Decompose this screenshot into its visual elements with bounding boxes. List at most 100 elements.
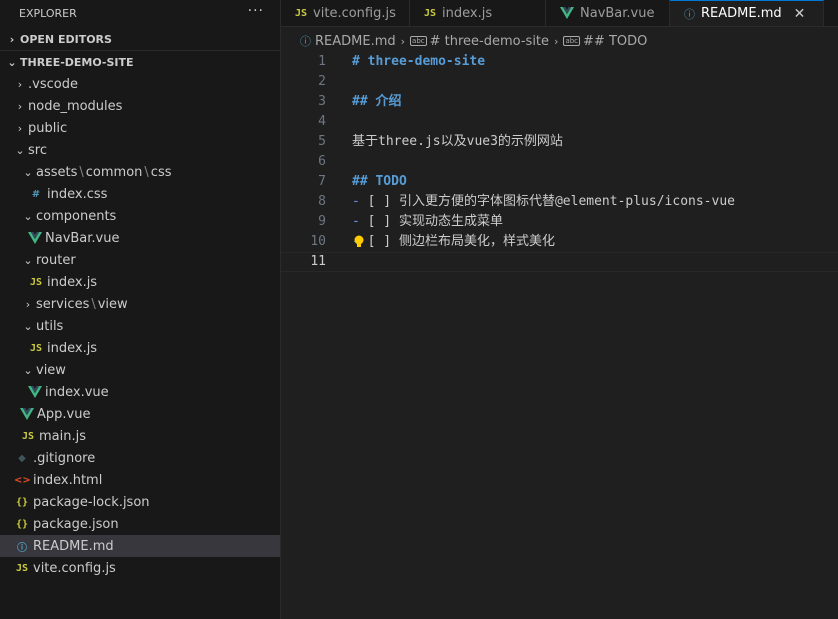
chevron-down-icon: ⌄ (23, 319, 33, 333)
code-line: 10 - [ ] 侧边栏布局美化，样式美化 (281, 232, 838, 252)
tree-file[interactable]: <> index.html (0, 469, 280, 491)
code-token: [ ] 实现动态生成菜单 (359, 214, 503, 229)
chevron-right-icon: › (25, 297, 31, 311)
tree-item-label: node_modules (28, 98, 123, 114)
code-token: ## 介绍 (352, 94, 402, 109)
breadcrumb-file[interactable]: README.md (315, 34, 396, 49)
line-number: 4 (318, 114, 326, 129)
tree-item-label: package.json (33, 516, 119, 532)
code-editor[interactable]: 1 # three-demo-site 2 3 ## 介绍 4 5 基于three.js以及v… (281, 52, 838, 619)
line-content: - [ ] 引入更方便的字体图标代替@element-plus/icons-vu… (352, 192, 735, 212)
chevron-down-icon: ⌄ (23, 209, 33, 223)
tree-item-label: view (36, 362, 66, 378)
breadcrumb-heading2[interactable]: ## TODO (583, 34, 647, 49)
open-editors-label: OPEN EDITORS (20, 32, 112, 46)
tree-item-label: index.js (47, 274, 98, 290)
path-segment: css (150, 164, 172, 180)
string-symbol-icon: abc (410, 36, 427, 46)
more-actions-icon[interactable]: ··· (248, 3, 264, 19)
tree-folder[interactable]: › services \ view (0, 293, 280, 315)
path-separator: \ (91, 296, 96, 312)
tree-file[interactable]: {} package-lock.json (0, 491, 280, 513)
open-editors-section[interactable]: › OPEN EDITORS (0, 28, 280, 50)
js-file-icon: JS (15, 562, 29, 574)
tree-file[interactable]: index.vue (0, 381, 280, 403)
tree-folder[interactable]: › node_modules (0, 95, 280, 117)
tree-file[interactable]: # index.css (0, 183, 280, 205)
tree-folder[interactable]: ⌄ components (0, 205, 280, 227)
code-line: 4 (281, 112, 838, 132)
tree-file[interactable]: ⓘ README.md (0, 535, 280, 557)
tree-file[interactable]: JS vite.config.js (0, 557, 280, 579)
editor-tab[interactable]: JS vite.config.js (281, 0, 410, 26)
tree-item-label: assets \ common \ css (36, 165, 172, 180)
lightbulb-icon[interactable] (352, 234, 366, 250)
tree-item-label: .vscode (28, 76, 78, 92)
tree-file[interactable]: {} package.json (0, 513, 280, 535)
line-number: 9 (318, 214, 326, 229)
editor-tab[interactable]: NavBar.vue (546, 0, 670, 26)
tree-folder[interactable]: ⌄ utils (0, 315, 280, 337)
tree-file[interactable]: ◆ .gitignore (0, 447, 280, 469)
editor-tab[interactable]: JS index.js (410, 0, 546, 26)
tree-item-label: src (28, 142, 47, 158)
path-segment: view (97, 296, 128, 312)
tree-file[interactable]: NavBar.vue (0, 227, 280, 249)
line-number: 7 (318, 174, 326, 189)
tree-item-label: index.vue (45, 384, 109, 400)
editor-tabs: JS vite.config.js JS index.js NavBar.vue ⓘ REA… (281, 0, 838, 27)
explorer-header: EXPLORER ··· (0, 0, 280, 26)
editor-tab[interactable]: {}pa (824, 0, 838, 26)
tree-folder[interactable]: ⌄ src (0, 139, 280, 161)
line-content: - [ ] 侧边栏布局美化，样式美化 (352, 232, 555, 252)
tree-folder[interactable]: ⌄ view (0, 359, 280, 381)
tree-item-label: vite.config.js (33, 560, 116, 576)
line-number: 8 (318, 194, 326, 209)
tab-label: vite.config.js (313, 5, 396, 21)
tree-folder[interactable]: ⌄ router (0, 249, 280, 271)
code-token: ## TODO (352, 174, 407, 189)
code-line: 3 ## 介绍 (281, 92, 838, 112)
code-token: - (352, 214, 360, 229)
tree-folder[interactable]: ⌄ assets \ common \ css (0, 161, 280, 183)
code-token: 基于three.js以及vue3的示例网站 (352, 134, 563, 149)
tree-item-label: services \ view (36, 297, 128, 312)
chevron-right-icon: › (17, 77, 23, 91)
tab-label: NavBar.vue (580, 5, 655, 21)
line-number: 3 (318, 94, 326, 109)
js-file-icon: JS (21, 430, 35, 442)
tab-label: README.md (701, 6, 782, 21)
breadcrumb: ⓘ README.md › abc # three-demo-site › ab… (300, 31, 647, 51)
string-symbol-icon: abc (563, 36, 581, 46)
code-line: 1 # three-demo-site (281, 52, 838, 72)
chevron-down-icon: ⌄ (23, 363, 33, 377)
tree-item-label: index.css (47, 186, 108, 202)
line-number: 6 (318, 154, 326, 169)
project-label: THREE-DEMO-SITE (20, 55, 134, 69)
tree-file[interactable]: JS index.js (0, 271, 280, 293)
code-line: 5 基于three.js以及vue3的示例网站 (281, 132, 838, 152)
tree-folder[interactable]: › public (0, 117, 280, 139)
line-content: - [ ] 实现动态生成菜单 (352, 212, 503, 232)
file-tree: › .vscode › node_modules › public ⌄ src ⌄ assets \… (0, 73, 280, 579)
close-icon[interactable]: ✕ (794, 6, 806, 22)
project-section[interactable]: ⌄ THREE-DEMO-SITE (0, 50, 280, 73)
line-content: # three-demo-site (352, 52, 485, 72)
tree-item-label: index.html (33, 472, 103, 488)
chevron-down-icon: ⌄ (15, 143, 25, 157)
code-line: 2 (281, 72, 838, 92)
tab-label: index.js (442, 5, 493, 21)
path-segment: common (85, 164, 143, 180)
tree-file[interactable]: JS main.js (0, 425, 280, 447)
tree-file[interactable]: App.vue (0, 403, 280, 425)
line-number: 1 (318, 54, 326, 69)
tree-folder[interactable]: › .vscode (0, 73, 280, 95)
code-line: 11 (281, 252, 838, 272)
vue-file-icon (20, 408, 34, 420)
chevron-down-icon: ⌄ (23, 165, 33, 179)
editor-tab[interactable]: ⓘ README.md ✕ (670, 0, 824, 26)
path-separator: \ (144, 164, 149, 180)
info-file-icon: ⓘ (684, 7, 695, 21)
tree-file[interactable]: JS index.js (0, 337, 280, 359)
breadcrumb-heading1[interactable]: # three-demo-site (430, 34, 549, 49)
